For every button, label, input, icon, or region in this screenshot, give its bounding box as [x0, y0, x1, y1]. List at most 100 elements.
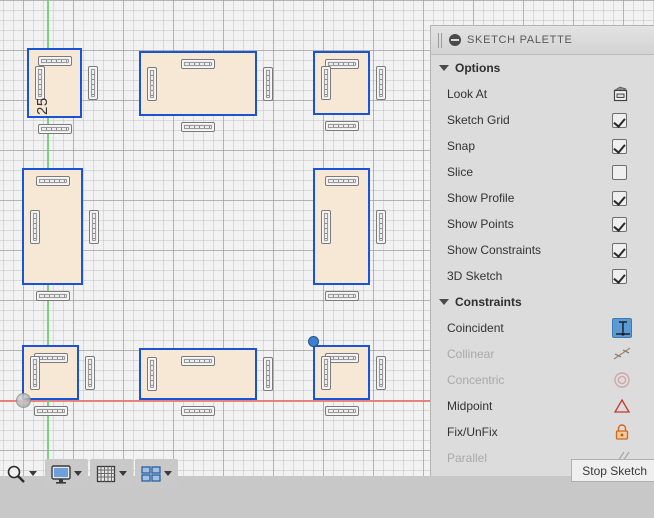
- look-at-icon-svg: [613, 86, 628, 102]
- stop-sketch-button[interactable]: Stop Sketch: [571, 459, 654, 482]
- triangle-down-icon: [439, 299, 449, 305]
- constraint-marker[interactable]: [181, 59, 215, 69]
- constraint-marker-bars: [324, 69, 328, 97]
- constraint-marker[interactable]: [324, 406, 359, 416]
- constraint-marker[interactable]: [88, 66, 98, 100]
- palette-row-show-profile[interactable]: Show Profile: [431, 185, 654, 211]
- sketch-palette-title: SKETCH PALETTE: [467, 34, 573, 46]
- sketch-palette-header[interactable]: SKETCH PALETTE: [431, 26, 654, 55]
- palette-row-slice[interactable]: Slice: [431, 159, 654, 185]
- constraint-marker-bars: [40, 59, 69, 63]
- palette-row-label: Fix/UnFix: [447, 425, 498, 439]
- palette-row-control: [612, 138, 646, 154]
- look-at-icon[interactable]: [612, 86, 629, 102]
- palette-row-midpoint[interactable]: Midpoint: [431, 393, 654, 419]
- chevron-down-icon[interactable]: [119, 471, 127, 476]
- constraint-marker[interactable]: [37, 124, 72, 134]
- chevron-down-icon[interactable]: [164, 471, 172, 476]
- constraint-marker[interactable]: [181, 356, 215, 366]
- constraint-marker[interactable]: [89, 209, 99, 244]
- viewports-icon[interactable]: [139, 463, 162, 484]
- palette-row-show-constraints[interactable]: Show Constraints: [431, 237, 654, 263]
- minus-circle-icon[interactable]: [449, 34, 461, 46]
- palette-row-label: Show Points: [447, 217, 514, 231]
- dimension-label-25[interactable]: 25: [34, 97, 51, 115]
- checkbox-show-profile[interactable]: [612, 190, 627, 206]
- constraint-marker[interactable]: [376, 66, 386, 100]
- palette-row-label: Show Profile: [447, 191, 515, 205]
- checkbox-snap[interactable]: [612, 138, 627, 154]
- palette-row-control: [612, 422, 646, 442]
- palette-row-control: [612, 242, 646, 258]
- constraint-marker-bars: [379, 69, 383, 97]
- constraint-marker[interactable]: [181, 406, 215, 416]
- palette-row-look-at[interactable]: Look At: [431, 81, 654, 107]
- chevron-down-icon[interactable]: [74, 471, 82, 476]
- constraint-marker[interactable]: [33, 406, 68, 416]
- palette-row-control: [612, 370, 646, 390]
- constraint-marker[interactable]: [376, 209, 386, 244]
- palette-row-control: [612, 86, 646, 102]
- constraint-marker[interactable]: [35, 291, 70, 301]
- constraint-marker-bars: [38, 179, 67, 183]
- chevron-down-icon[interactable]: [29, 471, 37, 476]
- constraint-marker[interactable]: [181, 122, 215, 132]
- checkbox-show-constraints[interactable]: [612, 242, 627, 258]
- sketch-origin-point[interactable]: [16, 393, 31, 408]
- constraint-marker-bars: [150, 69, 154, 98]
- palette-row-sketch-grid[interactable]: Sketch Grid: [431, 107, 654, 133]
- constraint-marker-bars: [184, 409, 212, 413]
- palette-section-constraints[interactable]: Constraints: [431, 289, 654, 315]
- zoom-magnifier-icon[interactable]: [4, 463, 27, 484]
- constraint-marker[interactable]: [147, 357, 157, 391]
- selected-sketch-point[interactable]: [308, 336, 319, 347]
- constraint-marker[interactable]: [30, 209, 40, 244]
- palette-row-label: Collinear: [447, 347, 495, 361]
- palette-row-snap[interactable]: Snap: [431, 133, 654, 159]
- toolbar-group-viewports: [135, 459, 178, 488]
- constraint-marker[interactable]: [324, 176, 359, 186]
- coincident-icon[interactable]: [612, 318, 632, 338]
- drag-grip-icon[interactable]: [437, 32, 443, 48]
- palette-row-control: [612, 112, 646, 128]
- constraint-marker[interactable]: [324, 121, 359, 131]
- palette-row-label: Concentric: [447, 373, 505, 387]
- palette-section-label: Options: [455, 61, 501, 75]
- checkbox-show-points[interactable]: [612, 216, 627, 232]
- constraint-marker[interactable]: [263, 357, 273, 391]
- midpoint-icon[interactable]: [612, 396, 632, 416]
- fix-unfix-icon[interactable]: [612, 422, 632, 442]
- constraint-marker-bars: [327, 409, 356, 413]
- palette-row-coincident[interactable]: Coincident: [431, 315, 654, 341]
- checkbox-slice[interactable]: [612, 164, 627, 180]
- display-monitor-icon[interactable]: [49, 463, 72, 484]
- constraint-marker[interactable]: [85, 355, 95, 390]
- constraint-marker-bars: [33, 212, 37, 241]
- constraint-marker-bars: [266, 360, 270, 388]
- constraint-marker[interactable]: [321, 209, 331, 244]
- constraint-marker-bars: [91, 69, 95, 97]
- palette-row-fix-unfix[interactable]: Fix/UnFix: [431, 419, 654, 445]
- constraint-marker[interactable]: [35, 176, 70, 186]
- constraint-marker-bars: [379, 358, 383, 387]
- constraint-marker[interactable]: [321, 355, 331, 390]
- constraint-marker-bars: [184, 359, 212, 363]
- constraint-marker[interactable]: [35, 66, 45, 100]
- constraint-marker[interactable]: [263, 66, 273, 101]
- checkbox-3d-sketch[interactable]: [612, 268, 627, 284]
- checkbox-sketch-grid[interactable]: [612, 112, 627, 128]
- constraint-marker-bars: [327, 356, 356, 360]
- constraint-marker[interactable]: [147, 66, 157, 101]
- constraint-marker[interactable]: [324, 291, 359, 301]
- constraint-marker[interactable]: [30, 355, 40, 390]
- constraint-marker[interactable]: [37, 56, 72, 66]
- palette-row-show-points[interactable]: Show Points: [431, 211, 654, 237]
- palette-section-options[interactable]: Options: [431, 55, 654, 81]
- palette-row-collinear: Collinear: [431, 341, 654, 367]
- palette-row-control: [612, 268, 646, 284]
- palette-row-control: [612, 344, 646, 364]
- constraint-marker[interactable]: [321, 66, 331, 100]
- grid-icon[interactable]: [94, 463, 117, 484]
- constraint-marker[interactable]: [376, 355, 386, 390]
- palette-row-3d-sketch[interactable]: 3D Sketch: [431, 263, 654, 289]
